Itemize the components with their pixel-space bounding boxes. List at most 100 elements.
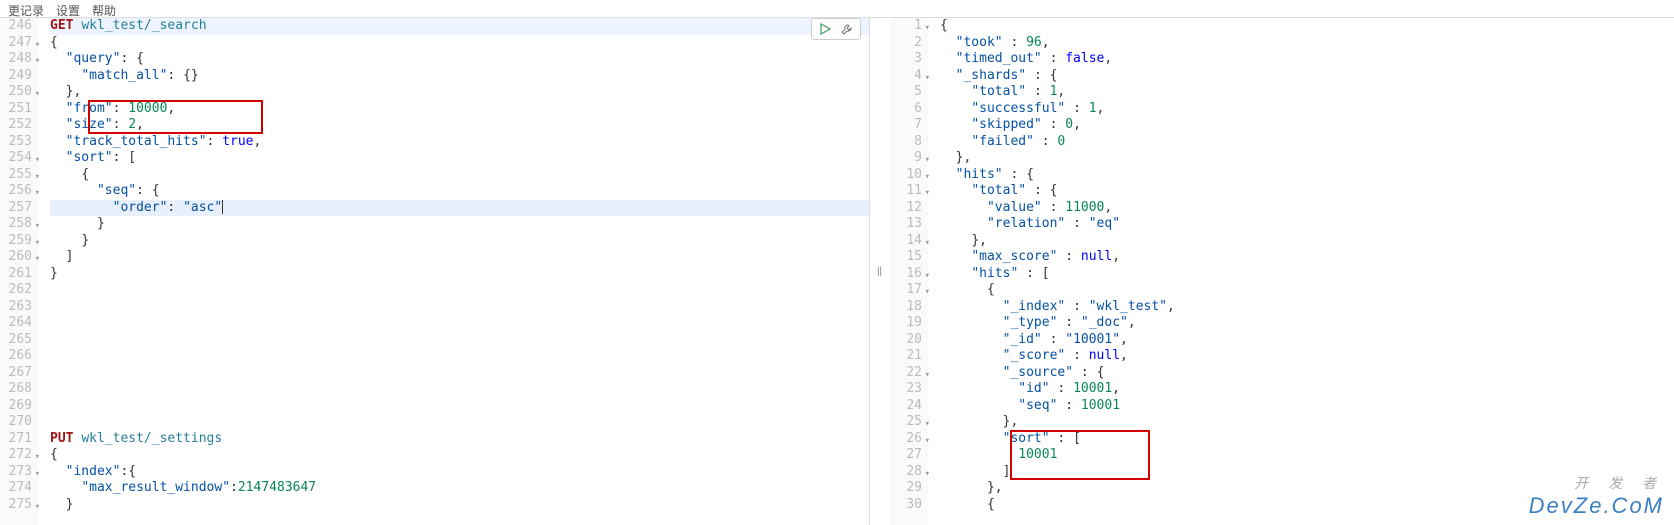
line-number: 275 <box>0 497 32 514</box>
code-line[interactable]: "sort": [ <box>50 150 869 167</box>
code-line[interactable]: "total" : { <box>940 183 1674 200</box>
code-line[interactable]: "successful" : 1, <box>940 101 1674 118</box>
line-number: 264 <box>0 315 32 332</box>
code-line[interactable]: ] <box>50 249 869 266</box>
code-line[interactable] <box>50 315 869 332</box>
line-number: 250 <box>0 84 32 101</box>
code-line[interactable]: } <box>50 233 869 250</box>
code-line[interactable]: "_score" : null, <box>940 348 1674 365</box>
code-line[interactable]: "took" : 96, <box>940 35 1674 52</box>
code-line[interactable]: }, <box>940 150 1674 167</box>
line-number: 15 <box>890 249 922 266</box>
top-tabs: 更记录 设置 帮助 <box>0 0 1674 18</box>
tab-settings[interactable]: 设置 <box>56 2 80 15</box>
code-line[interactable]: } <box>50 497 869 514</box>
code-line[interactable]: "value" : 11000, <box>940 200 1674 217</box>
response-pane: 1234567891011121314151617181920212223242… <box>890 18 1674 525</box>
line-number: 249 <box>0 68 32 85</box>
code-line[interactable]: "total" : 1, <box>940 84 1674 101</box>
line-number: 25 <box>890 414 922 431</box>
code-line[interactable]: "_id" : "10001", <box>940 332 1674 349</box>
code-line[interactable]: "seq" : 10001 <box>940 398 1674 415</box>
code-line[interactable] <box>50 414 869 431</box>
code-line[interactable]: { <box>940 18 1674 35</box>
run-button[interactable] <box>816 21 834 37</box>
code-line[interactable]: "relation" : "eq" <box>940 216 1674 233</box>
code-line[interactable]: }, <box>940 233 1674 250</box>
line-number: 18 <box>890 299 922 316</box>
wrench-button[interactable] <box>838 21 856 37</box>
code-line[interactable]: "hits" : [ <box>940 266 1674 283</box>
tab-help[interactable]: 帮助 <box>92 2 116 15</box>
code-line[interactable]: "sort" : [ <box>940 431 1674 448</box>
code-line[interactable] <box>50 348 869 365</box>
code-line[interactable]: "failed" : 0 <box>940 134 1674 151</box>
line-number: 21 <box>890 348 922 365</box>
code-line[interactable]: }, <box>50 84 869 101</box>
line-number: 272 <box>0 447 32 464</box>
line-number: 6 <box>890 101 922 118</box>
code-line[interactable]: "_shards" : { <box>940 68 1674 85</box>
code-line[interactable]: "skipped" : 0, <box>940 117 1674 134</box>
code-line[interactable]: "track_total_hits": true, <box>50 134 869 151</box>
code-line[interactable]: "from": 10000, <box>50 101 869 118</box>
code-line[interactable]: 10001 <box>940 447 1674 464</box>
line-number: 269 <box>0 398 32 415</box>
line-number: 16 <box>890 266 922 283</box>
code-line[interactable] <box>50 332 869 349</box>
code-line[interactable]: GET wkl_test/_search <box>50 18 869 35</box>
code-line[interactable]: } <box>50 266 869 283</box>
code-line[interactable]: "size": 2, <box>50 117 869 134</box>
code-line[interactable]: "hits" : { <box>940 167 1674 184</box>
code-line[interactable]: "query": { <box>50 51 869 68</box>
code-line[interactable]: "match_all": {} <box>50 68 869 85</box>
line-number: 5 <box>890 84 922 101</box>
line-number: 258 <box>0 216 32 233</box>
request-editor[interactable]: 2462472482492502512522532542552562572582… <box>0 18 869 525</box>
code-line[interactable] <box>50 282 869 299</box>
code-line[interactable]: "order": "asc" <box>50 200 869 217</box>
line-number: 22 <box>890 365 922 382</box>
code-line[interactable] <box>50 365 869 382</box>
line-number: 256 <box>0 183 32 200</box>
code-line[interactable]: "timed_out" : false, <box>940 51 1674 68</box>
code-line[interactable]: }, <box>940 414 1674 431</box>
pane-divider[interactable]: ‖ <box>870 18 890 525</box>
code-line[interactable]: "_source" : { <box>940 365 1674 382</box>
line-number: 14 <box>890 233 922 250</box>
code-line[interactable]: "seq": { <box>50 183 869 200</box>
line-number: 4 <box>890 68 922 85</box>
code-line[interactable]: { <box>940 282 1674 299</box>
line-number: 267 <box>0 365 32 382</box>
code-line[interactable]: { <box>50 447 869 464</box>
code-line[interactable] <box>50 299 869 316</box>
line-number: 260 <box>0 249 32 266</box>
code-line[interactable]: "_index" : "wkl_test", <box>940 299 1674 316</box>
line-number: 246 <box>0 18 32 35</box>
line-number: 9 <box>890 150 922 167</box>
code-line[interactable]: { <box>50 167 869 184</box>
code-line[interactable]: "index":{ <box>50 464 869 481</box>
code-line[interactable]: }, <box>940 480 1674 497</box>
tab-history[interactable]: 更记录 <box>8 2 44 15</box>
code-line[interactable] <box>50 398 869 415</box>
line-number: 247 <box>0 35 32 52</box>
code-line[interactable]: "max_result_window":2147483647 <box>50 480 869 497</box>
line-number: 248 <box>0 51 32 68</box>
line-number: 3 <box>890 51 922 68</box>
code-line[interactable]: "id" : 10001, <box>940 381 1674 398</box>
code-line[interactable]: PUT wkl_test/_settings <box>50 431 869 448</box>
code-line[interactable]: } <box>50 216 869 233</box>
line-number: 28 <box>890 464 922 481</box>
line-number: 268 <box>0 381 32 398</box>
line-number: 270 <box>0 414 32 431</box>
line-number: 252 <box>0 117 32 134</box>
code-line[interactable]: "max_score" : null, <box>940 249 1674 266</box>
line-number: 1 <box>890 18 922 35</box>
code-line[interactable]: { <box>50 35 869 52</box>
line-number: 26 <box>890 431 922 448</box>
code-line[interactable] <box>50 381 869 398</box>
code-line[interactable]: ] <box>940 464 1674 481</box>
code-line[interactable]: "_type" : "_doc", <box>940 315 1674 332</box>
code-line[interactable]: { <box>940 497 1674 514</box>
